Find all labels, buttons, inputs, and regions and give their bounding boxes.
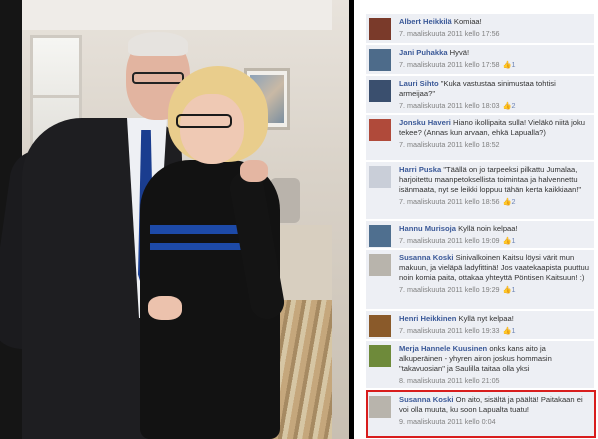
comment: Jonsku Haveri Hiano ikollipaita sulla! V… — [366, 115, 594, 161]
comment-author[interactable]: Jonsku Haveri — [399, 118, 451, 127]
avatar[interactable] — [369, 18, 391, 40]
comment-author[interactable]: Harri Puska — [399, 165, 441, 174]
thumbs-up-icon: 👍 — [502, 101, 512, 110]
comment: Albert Heikkilä Komiaa! 7. maaliskuuta 2… — [366, 14, 594, 44]
avatar[interactable] — [369, 49, 391, 71]
comment-text: Komiaa! — [453, 17, 482, 26]
comment-time[interactable]: 9. maaliskuuta 2011 kello 0:04 — [399, 417, 496, 426]
like-count[interactable]: 👍1 — [503, 60, 516, 69]
avatar[interactable] — [369, 80, 391, 102]
thumbs-up-icon: 👍 — [502, 326, 512, 335]
comment: Susanna Koski Sinivalkoinen Kaitsu löysi… — [366, 250, 594, 310]
like-count[interactable]: 👍2 — [503, 197, 516, 206]
comment-time[interactable]: 7. maaliskuuta 2011 kello 19:33 — [399, 326, 500, 335]
avatar[interactable] — [369, 345, 391, 367]
comment-time[interactable]: 8. maaliskuuta 2011 kello 21:05 — [399, 376, 500, 385]
avatar[interactable] — [369, 119, 391, 141]
comment: Merja Hannele Kuusinen onks kans aito ja… — [366, 341, 594, 389]
comment: Hannu Murisoja Kyllä noin kelpaa! 7. maa… — [366, 221, 594, 249]
photo — [0, 0, 349, 439]
woman-face — [180, 94, 244, 164]
like-count[interactable]: 👍2 — [503, 101, 516, 110]
comment-author[interactable]: Henri Heikkinen — [399, 314, 456, 323]
comment-time[interactable]: 7. maaliskuuta 2011 kello 17:56 — [399, 29, 500, 38]
comment-time[interactable]: 7. maaliskuuta 2011 kello 18:56 — [399, 197, 500, 206]
comment-text: Hyvä! — [449, 48, 470, 57]
comment-author[interactable]: Susanna Koski — [399, 395, 453, 404]
avatar[interactable] — [369, 315, 391, 337]
thumbs-up-icon: 👍 — [502, 197, 512, 206]
comment-author[interactable]: Hannu Murisoja — [399, 224, 456, 233]
comment-text: Kyllä noin kelpaa! — [458, 224, 518, 233]
like-count[interactable]: 👍1 — [503, 285, 516, 294]
avatar[interactable] — [369, 254, 391, 276]
avatar[interactable] — [369, 396, 391, 418]
thumbs-up-icon: 👍 — [502, 60, 512, 69]
comment-text: Kyllä nyt kelpaa! — [458, 314, 514, 323]
comment: Susanna Koski On aito, sisältä ja päältä… — [366, 392, 594, 438]
woman-glasses — [176, 114, 232, 128]
comment: Henri Heikkinen Kyllä nyt kelpaa! 7. maa… — [366, 311, 594, 340]
comment: Lauri Sihto "Kuka vastustaa sinimustaa t… — [366, 76, 594, 114]
comment-time[interactable]: 7. maaliskuuta 2011 kello 18:03 — [399, 101, 500, 110]
comment-time[interactable]: 7. maaliskuuta 2011 kello 19:09 — [399, 236, 500, 245]
avatar[interactable] — [369, 166, 391, 188]
emoticon: :) — [579, 273, 585, 282]
comment-author[interactable]: Albert Heikkilä — [399, 17, 452, 26]
comment-time[interactable]: 7. maaliskuuta 2011 kello 19:29 — [399, 285, 500, 294]
man-glasses — [132, 72, 184, 84]
like-count[interactable]: 👍1 — [503, 326, 516, 335]
thumbs-up-icon: 👍 — [502, 285, 512, 294]
avatar[interactable] — [369, 225, 391, 247]
comment-author[interactable]: Merja Hannele Kuusinen — [399, 344, 487, 353]
like-count[interactable]: 👍1 — [503, 236, 516, 245]
comment: Harri Puska "Täällä on jo tarpeeksi pilk… — [366, 162, 594, 220]
comment-author[interactable]: Lauri Sihto — [399, 79, 439, 88]
comments-panel: Albert Heikkilä Komiaa! 7. maaliskuuta 2… — [354, 0, 598, 439]
comment-author[interactable]: Jani Puhakka — [399, 48, 448, 57]
comment: Jani Puhakka Hyvä! 7. maaliskuuta 2011 k… — [366, 45, 594, 75]
comment-author[interactable]: Susanna Koski — [399, 253, 453, 262]
comment-time[interactable]: 7. maaliskuuta 2011 kello 18:52 — [399, 140, 500, 149]
thumbs-up-icon: 👍 — [502, 236, 512, 245]
comment-time[interactable]: 7. maaliskuuta 2011 kello 17:58 — [399, 60, 500, 69]
